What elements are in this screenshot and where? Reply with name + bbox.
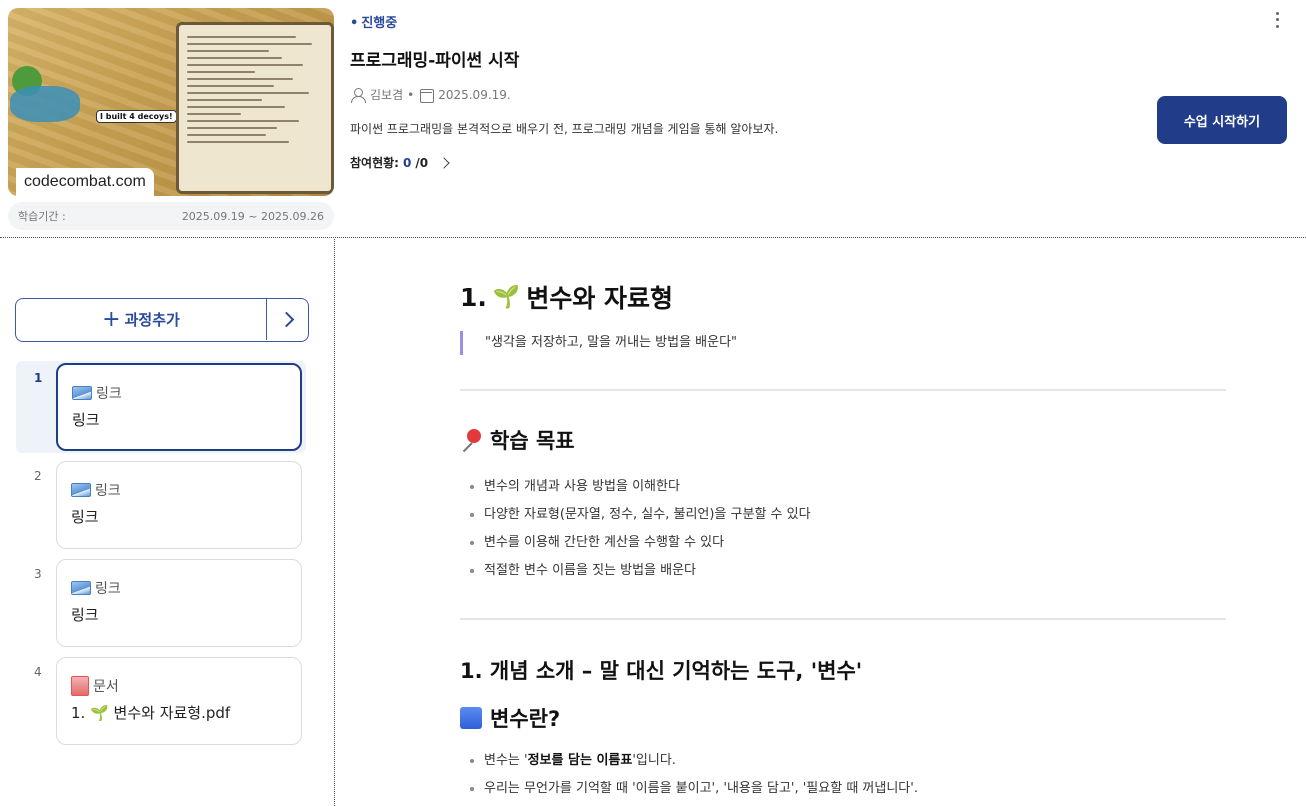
add-course-step-label: 과정추가 [124, 311, 180, 329]
course-thumbnail-block: I built 4 decoys! codecombat.com 학습기간 : … [8, 8, 334, 232]
sub-b1-pre: 변수는 ' [484, 753, 528, 768]
calendar-icon [418, 87, 435, 103]
step-type: 링크 [95, 483, 121, 499]
step-item-4[interactable]: 4 문서 1. 🌱 변수와 자료형.pdf [16, 655, 306, 747]
list-item: 변수의 개념과 사용 방법을 이해한다 [470, 473, 811, 501]
chevron-right-icon[interactable] [266, 299, 307, 340]
add-course-step-group: + 과정추가 [15, 298, 309, 342]
definition-list: 변수는 '정보를 담는 이름표'입니다. 우리는 무언가를 기억할 때 '이름을… [470, 747, 918, 803]
step-type: 문서 [93, 679, 119, 695]
step-item-3[interactable]: 3 링크 링크 [16, 557, 306, 649]
step-card[interactable]: 링크 링크 [56, 461, 302, 549]
lesson-title: 1. 🌱 변수와 자료형 [460, 279, 673, 315]
step-item-1[interactable]: 1 링크 링크 [16, 361, 306, 453]
thumbnail-caption: codecombat.com [16, 168, 154, 196]
course-title: 프로그래밍-파이썬 시작 [350, 51, 520, 71]
plus-icon: + [102, 306, 121, 332]
section1-heading-text: 1. 개념 소개 – 말 대신 기억하는 도구, '변수' [460, 659, 863, 683]
course-steps-sidebar: + 과정추가 1 링크 링크 2 링크 링크 3 링크 링크 4 문서 1. 🌱… [0, 239, 335, 806]
lesson-title-number: 1. [460, 282, 487, 312]
person-icon [350, 87, 366, 103]
step-type: 링크 [96, 386, 122, 402]
sub-b1-bold: 정보를 담는 이름표 [527, 753, 633, 768]
image-icon [71, 581, 91, 595]
blue-square-icon [460, 707, 482, 729]
step-item-2[interactable]: 2 링크 링크 [16, 459, 306, 551]
meta-separator: • [407, 87, 415, 102]
study-period-label: 학습기간 : [18, 210, 66, 223]
list-item: 우리는 무언가를 기억할 때 '이름을 붙이고', '내용을 담고', '필요할… [470, 775, 918, 803]
divider [460, 389, 1226, 391]
status-badge: 진행중 [350, 12, 397, 31]
step-index: 4 [34, 665, 42, 679]
study-period: 학습기간 : 2025.09.19 ~ 2025.09.26 [8, 202, 334, 230]
list-item: 다양한 자료형(문자열, 정수, 실수, 불리언)을 구분할 수 있다 [470, 501, 811, 529]
document-icon [71, 676, 89, 696]
participation-total: /0 [415, 155, 429, 170]
lesson-quote: "생각을 저장하고, 말을 꺼내는 방법을 배운다" [460, 331, 737, 355]
speech-bubble: I built 4 decoys! [96, 110, 177, 123]
list-item: 변수는 '정보를 담는 이름표'입니다. [470, 747, 918, 775]
lesson-content: 1. 🌱 변수와 자료형 "생각을 저장하고, 말을 꺼내는 방법을 배운다" … [336, 239, 1306, 806]
course-thumbnail[interactable]: I built 4 decoys! codecombat.com [8, 8, 334, 196]
image-icon [71, 483, 91, 497]
author-name: 김보겸 [370, 88, 404, 102]
step-index: 1 [34, 371, 43, 385]
participation-status[interactable]: 참여현황: 0 /0 [350, 154, 450, 171]
start-class-button[interactable]: 수업 시작하기 [1157, 96, 1287, 144]
step-name: 링크 [72, 411, 100, 429]
course-date: 2025.09.19. [438, 87, 511, 102]
list-item: 변수를 이용해 간단한 계산을 수행할 수 있다 [470, 529, 811, 557]
divider [460, 618, 1226, 620]
goals-heading-text: 학습 목표 [490, 429, 575, 453]
step-index: 2 [34, 469, 42, 483]
chevron-right-icon[interactable] [438, 156, 450, 169]
sub-heading: 변수란? [460, 703, 560, 733]
course-description: 파이썬 프로그래밍을 본격적으로 배우기 전, 프로그래밍 개념을 게임을 통해… [350, 122, 779, 136]
goals-list: 변수의 개념과 사용 방법을 이해한다 다양한 자료형(문자열, 정수, 실수,… [470, 473, 811, 585]
add-course-step-button[interactable]: + 과정추가 [16, 299, 266, 340]
course-meta: 김보겸 • 2025.09.19. [350, 86, 511, 103]
step-card[interactable]: 문서 1. 🌱 변수와 자료형.pdf [56, 657, 302, 745]
participation-label: 참여현황: [350, 156, 399, 170]
goals-heading: 학습 목표 [460, 425, 575, 455]
study-period-value: 2025.09.19 ~ 2025.09.26 [181, 209, 324, 223]
participation-done: 0 [402, 155, 412, 170]
course-header: I built 4 decoys! codecombat.com 학습기간 : … [0, 0, 1306, 238]
step-card[interactable]: 링크 링크 [56, 363, 302, 451]
sprout-icon: 🌱 [492, 284, 521, 310]
code-panel [176, 22, 334, 194]
step-card[interactable]: 링크 링크 [56, 559, 302, 647]
sub-b1-post: '입니다. [632, 753, 676, 768]
step-name: 링크 [71, 508, 99, 526]
section1-heading: 1. 개념 소개 – 말 대신 기억하는 도구, '변수' [460, 655, 862, 685]
image-icon [72, 386, 92, 400]
pushpin-icon [460, 429, 482, 451]
sub-heading-text: 변수란? [490, 707, 561, 731]
step-name: 1. 🌱 변수와 자료형.pdf [71, 704, 231, 722]
water-decor [10, 86, 80, 122]
lesson-title-text: 변수와 자료형 [526, 284, 674, 313]
step-type: 링크 [95, 581, 121, 597]
step-index: 3 [34, 567, 42, 581]
step-name: 링크 [71, 606, 99, 624]
list-item: 적절한 변수 이름을 짓는 방법을 배운다 [470, 557, 811, 585]
more-options-icon[interactable] [1270, 10, 1284, 30]
